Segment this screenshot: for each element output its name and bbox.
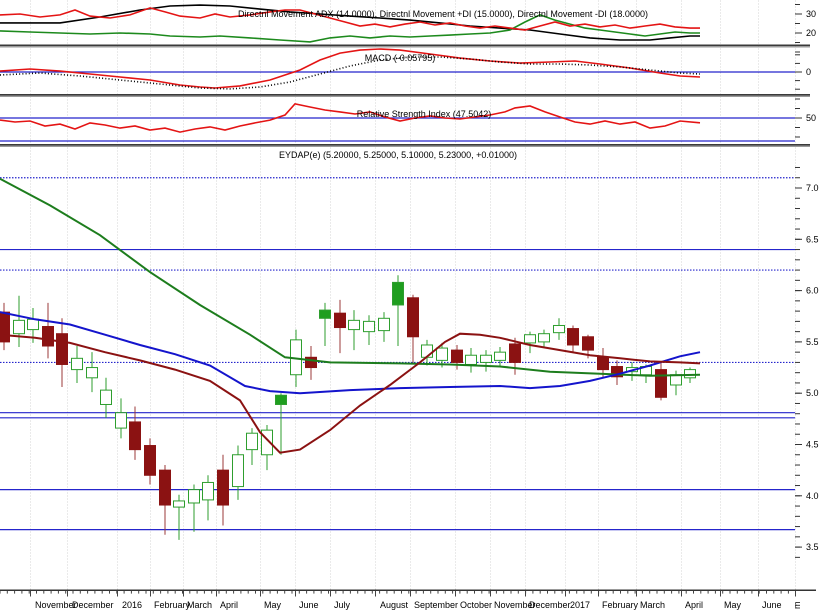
axis-label: 30 <box>806 9 816 19</box>
x-axis-month-label: March <box>640 600 665 610</box>
x-axis-month-label: November <box>35 600 77 610</box>
chart-window: Directnl Movement ADX (14.0000), Directn… <box>0 0 827 612</box>
axis-label: 20 <box>806 28 816 38</box>
x-axis-month-label: 2016 <box>122 600 142 610</box>
axis-label: 6.5 <box>806 234 819 244</box>
axis-label: 6.0 <box>806 286 819 296</box>
axis-label: 3.5 <box>806 542 819 552</box>
x-axis-month-label: June <box>299 600 319 610</box>
x-axis-month-label: December <box>72 600 114 610</box>
right-axis: 30 20 0 50 7.0 6.5 6.0 5.5 5.0 4.5 4.0 3.5 <box>795 4 819 558</box>
periodicity-glyph: m <box>792 602 802 610</box>
x-axis-month-label: June <box>762 600 782 610</box>
x-axis-month-label: February <box>602 600 639 610</box>
axis-label: 7.0 <box>806 183 819 193</box>
panel-dmi-plot[interactable] <box>0 0 795 45</box>
x-axis-month-label: September <box>414 600 458 610</box>
x-axis-month-label: October <box>460 600 492 610</box>
axis-label: 50 <box>806 113 816 123</box>
panel-price-plot[interactable] <box>0 146 795 590</box>
panel-hit-layer <box>0 0 795 590</box>
x-axis-month-label: August <box>380 600 409 610</box>
x-axis-month-label: 2017 <box>570 600 590 610</box>
x-axis: NovemberDecember 2016 FebruaryMarch April Ma… <box>0 590 796 610</box>
x-axis-month-label: April <box>220 600 238 610</box>
x-axis-month-label: July <box>334 600 351 610</box>
axis-label: 4.0 <box>806 491 819 501</box>
panel-macd-plot[interactable] <box>0 47 795 94</box>
panel-rsi-plot[interactable] <box>0 96 795 144</box>
chart-canvas[interactable]: Directnl Movement ADX (14.0000), Directn… <box>0 0 827 612</box>
axis-label: 5.0 <box>806 388 819 398</box>
axis-label: 4.5 <box>806 440 819 450</box>
x-axis-month-label: February <box>154 600 191 610</box>
axis-label: 5.5 <box>806 337 819 347</box>
x-axis-month-label: May <box>264 600 282 610</box>
axis-label: 0 <box>806 67 811 77</box>
x-axis-month-label: December <box>529 600 571 610</box>
x-axis-month-label: April <box>685 600 703 610</box>
x-axis-month-label: March <box>187 600 212 610</box>
x-axis-month-label: May <box>724 600 742 610</box>
